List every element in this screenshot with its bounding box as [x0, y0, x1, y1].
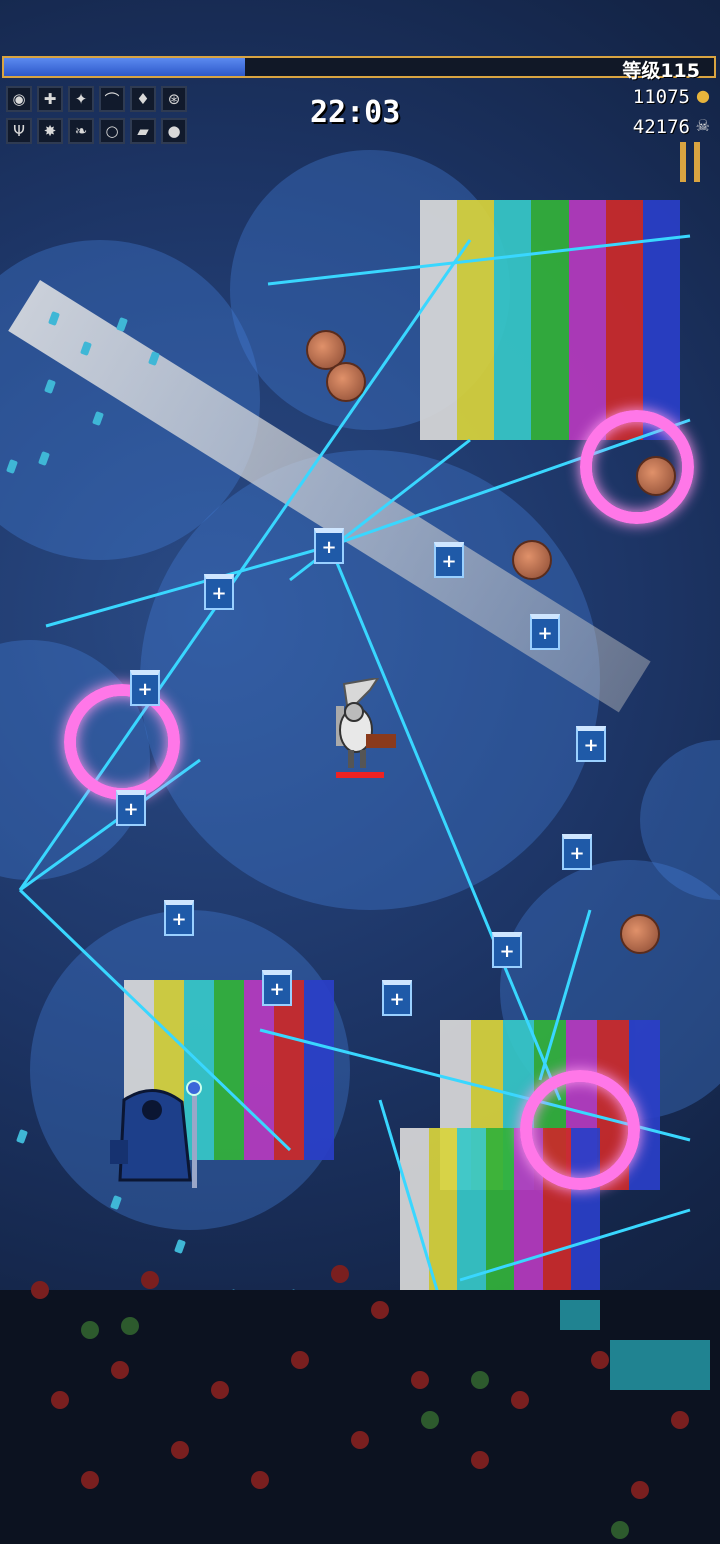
- bible-projectile: +: [204, 574, 234, 610]
- pause-icon: [680, 142, 686, 182]
- bible-projectile: +: [576, 726, 606, 762]
- player-health-bar: [336, 772, 384, 778]
- spinach-icon: ✸: [43, 122, 57, 140]
- experience-fill: [4, 58, 246, 76]
- king-bible-icon: ✚: [43, 90, 57, 108]
- weapon-slot-5: ⊛: [161, 86, 187, 112]
- holy-water-icon: ♦: [136, 90, 150, 108]
- reaper-enemy: [110, 1080, 202, 1188]
- whip-icon: ⌒: [104, 90, 120, 109]
- weapon-slot-2: ✦: [68, 86, 94, 112]
- experience-bar: 等级115: [2, 56, 716, 82]
- passive-slot-1: ✸: [37, 118, 63, 144]
- gold-counter: 11075: [632, 86, 690, 108]
- weapon-slot-0: ◉: [6, 86, 32, 112]
- game-stage: + + + + + + + + + + + + 等级115 ◉ ✚ ✦ ⌒ ♦ …: [0, 0, 720, 1544]
- cross-icon: ✦: [74, 90, 88, 108]
- candelabrador-icon: Ψ: [13, 122, 25, 140]
- enemy-horde: [31, 1265, 710, 1539]
- weapon-slot-1: ✚: [37, 86, 63, 112]
- bible-projectile: +: [492, 932, 522, 968]
- bible-projectile: +: [382, 980, 412, 1016]
- attractorb-icon: ○: [105, 122, 119, 140]
- bible-projectile: +: [314, 528, 344, 564]
- passive-slot-4: ▰: [130, 118, 156, 144]
- survival-timer: 22:03: [310, 95, 401, 130]
- passive-slot-2: ❧: [68, 118, 94, 144]
- bible-projectile: +: [562, 834, 592, 870]
- fireball-projectile: [620, 914, 660, 954]
- weapon-slot-4: ♦: [130, 86, 156, 112]
- magic-ring: [520, 1070, 640, 1190]
- wings-icon: ❧: [74, 122, 88, 140]
- bible-projectile: +: [262, 970, 292, 1006]
- magic-ring: [64, 684, 180, 800]
- bible-projectile: +: [434, 542, 464, 578]
- bible-projectile: +: [130, 670, 160, 706]
- bible-projectile: +: [164, 900, 194, 936]
- passive-slot-5: ●: [161, 118, 187, 144]
- bible-projectile: +: [530, 614, 560, 650]
- fireball-projectile: [636, 456, 676, 496]
- pause-button[interactable]: [678, 142, 702, 182]
- empty-tome-icon: ●: [167, 122, 181, 140]
- passive-slot-0: Ψ: [6, 118, 32, 144]
- bible-projectile: +: [116, 790, 146, 826]
- ring-weapon-icon: ◉: [12, 90, 26, 108]
- fireball-projectile: [512, 540, 552, 580]
- passive-slot-3: ○: [99, 118, 125, 144]
- clock-lancet-icon: ⊛: [167, 90, 181, 108]
- kill-counter: 42176: [632, 116, 690, 138]
- skull-icon: ☠: [695, 116, 710, 135]
- fireball-projectile: [326, 362, 366, 402]
- coin-icon: ●: [696, 86, 710, 105]
- player-character: [336, 678, 396, 768]
- level-label: 等级115: [622, 60, 700, 82]
- weapon-slot-3: ⌒: [99, 86, 125, 112]
- armor-icon: ▰: [137, 122, 149, 140]
